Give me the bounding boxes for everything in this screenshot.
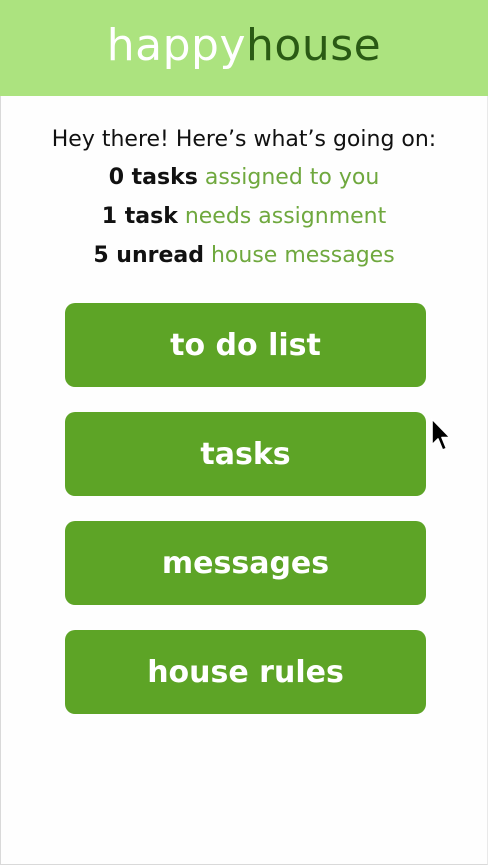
app-header: happyhouse <box>0 0 488 96</box>
to-do-list-button[interactable]: to do list <box>65 303 426 387</box>
unread-messages-count: 5 unread <box>93 243 204 268</box>
unassigned-tasks-label: needs assignment <box>184 204 387 229</box>
to-do-list-button-label: to do list <box>170 327 321 363</box>
summary-row-unread-messages: 5 unread house messages <box>0 236 488 275</box>
unassigned-tasks-count: 1 task <box>101 204 178 229</box>
assigned-tasks-label: assigned to you <box>204 165 380 190</box>
house-rules-button-label: house rules <box>147 654 344 690</box>
messages-button[interactable]: messages <box>65 521 426 605</box>
logo-part-house: house <box>246 20 382 71</box>
status-summary: Hey there! Here’s what’s going on: 0 tas… <box>0 122 488 275</box>
tasks-button-label: tasks <box>200 436 291 472</box>
tasks-button[interactable]: tasks <box>65 412 426 496</box>
greeting-text: Hey there! Here’s what’s going on: <box>51 127 437 152</box>
summary-row-unassigned-tasks: 1 task needs assignment <box>0 197 488 236</box>
app-logo: happyhouse <box>107 24 381 68</box>
unread-messages-label: house messages <box>210 243 395 268</box>
assigned-tasks-count: 0 tasks <box>108 165 198 190</box>
mouse-pointer-icon <box>431 418 451 451</box>
logo-part-happy: happy <box>106 20 247 71</box>
house-rules-button[interactable]: house rules <box>65 630 426 714</box>
summary-row-assigned-tasks: 0 tasks assigned to you <box>0 158 488 197</box>
messages-button-label: messages <box>161 545 330 581</box>
